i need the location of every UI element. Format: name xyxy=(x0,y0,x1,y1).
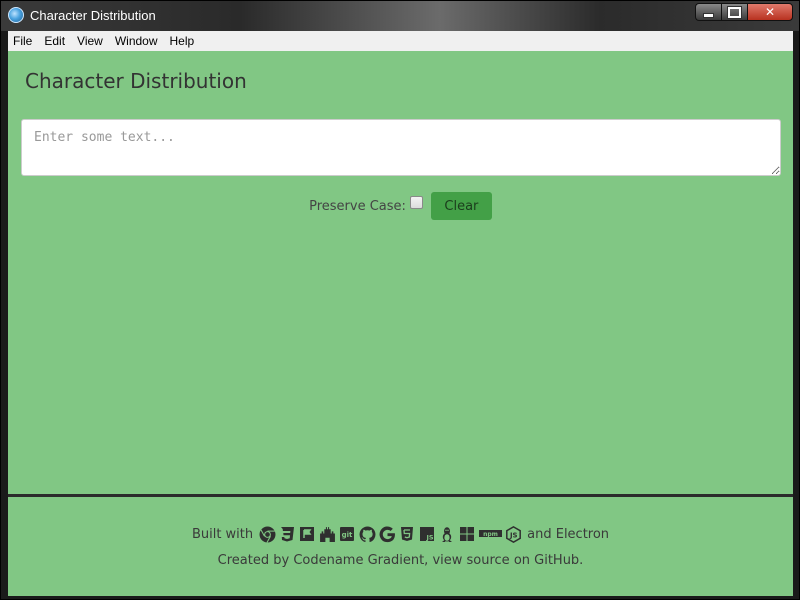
svg-text:JS: JS xyxy=(426,534,434,542)
built-with-text: Built with xyxy=(191,526,254,542)
svg-text:JS: JS xyxy=(509,531,518,539)
electron-app-icon xyxy=(8,7,24,23)
git-icon[interactable]: git xyxy=(338,525,356,543)
svg-text:npm: npm xyxy=(483,531,498,538)
controls-row: Preserve Case: Clear xyxy=(8,192,793,220)
clear-button[interactable]: Clear xyxy=(430,192,492,220)
github-icon[interactable] xyxy=(358,525,376,543)
flag-icon[interactable] xyxy=(298,525,316,543)
minimize-button[interactable] xyxy=(695,3,721,21)
npm-icon[interactable]: npm xyxy=(478,525,502,543)
maximize-icon xyxy=(727,5,742,19)
built-with-line: Built with git JS npm JS and Electron xyxy=(8,525,793,543)
html5-icon[interactable] xyxy=(398,525,416,543)
preserve-case-label: Preserve Case: xyxy=(309,198,406,214)
app-window: Character Distribution ✕ File Edit View … xyxy=(0,0,800,600)
close-button[interactable]: ✕ xyxy=(747,3,793,21)
menu-help[interactable]: Help xyxy=(164,31,201,51)
footer-divider xyxy=(8,494,793,497)
google-icon[interactable] xyxy=(378,525,396,543)
css3-icon[interactable] xyxy=(278,525,296,543)
title-bar[interactable]: Character Distribution ✕ xyxy=(1,1,799,31)
window-title: Character Distribution xyxy=(30,8,156,23)
menu-window[interactable]: Window xyxy=(109,31,164,51)
castle-icon[interactable] xyxy=(318,525,336,543)
minimize-icon xyxy=(703,12,714,18)
close-icon: ✕ xyxy=(764,5,776,19)
menu-bar: File Edit View Window Help xyxy=(8,31,793,51)
and-electron-text: and Electron xyxy=(527,526,610,542)
svg-text:git: git xyxy=(342,531,353,539)
text-input[interactable] xyxy=(21,119,781,176)
credit-line: Created by Codename Gradient, view sourc… xyxy=(217,553,584,568)
menu-edit[interactable]: Edit xyxy=(38,31,71,51)
tech-icons: git JS npm JS xyxy=(257,525,523,543)
window-controls: ✕ xyxy=(695,3,793,21)
menu-view[interactable]: View xyxy=(71,31,109,51)
menu-file[interactable]: File xyxy=(8,31,38,51)
app-content: File Edit View Window Help Character Dis… xyxy=(8,31,793,596)
nodejs-icon[interactable]: JS xyxy=(504,525,522,543)
chrome-icon[interactable] xyxy=(258,525,276,543)
preserve-case-checkbox[interactable] xyxy=(409,195,423,209)
windows-icon[interactable] xyxy=(458,525,476,543)
page-title: Character Distribution xyxy=(25,69,247,93)
javascript-icon[interactable]: JS xyxy=(418,525,436,543)
maximize-button[interactable] xyxy=(721,3,747,21)
linux-icon[interactable] xyxy=(438,525,456,543)
